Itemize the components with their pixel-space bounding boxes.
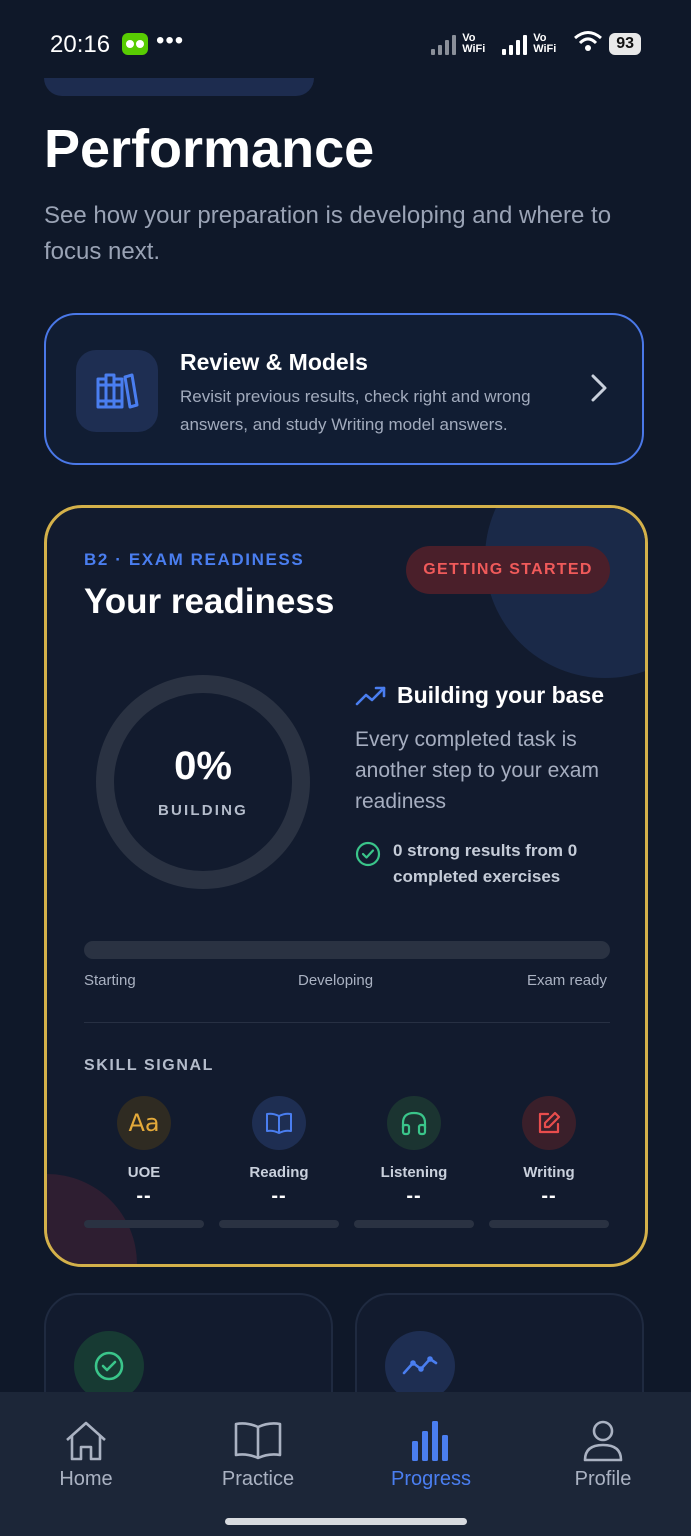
- skill-writing: Writing --: [489, 1096, 609, 1228]
- edit-icon: [522, 1096, 576, 1150]
- readiness-ring-label: BUILDING: [157, 802, 249, 819]
- home-icon: [0, 1418, 172, 1464]
- skill-value: --: [136, 1185, 152, 1207]
- duolingo-notification-icon: [122, 33, 148, 55]
- tab-profile[interactable]: Profile: [517, 1392, 689, 1502]
- skill-bar: [219, 1220, 339, 1228]
- status-time: 20:16: [50, 31, 111, 58]
- check-circle-icon: [355, 841, 381, 872]
- scale-label-end: Exam ready: [526, 972, 607, 989]
- person-icon: [517, 1418, 689, 1464]
- tab-label: Practice: [221, 1468, 295, 1490]
- home-indicator[interactable]: [225, 1518, 467, 1525]
- wifi-icon: [573, 30, 603, 57]
- chevron-right-icon: [590, 373, 608, 408]
- aa-text-icon: Aa: [117, 1096, 171, 1150]
- skill-name: Listening: [380, 1164, 448, 1181]
- skill-name: UOE: [127, 1164, 161, 1181]
- tab-label: Profile: [574, 1468, 632, 1490]
- status-bar: 20:16 ••• Vo WiFi Vo WiFi 93: [0, 0, 691, 80]
- vowifi-label: Vo WiFi: [533, 31, 557, 55]
- readiness-eyebrow: B2 · EXAM READINESS: [84, 550, 305, 569]
- tab-label: Home: [59, 1468, 113, 1490]
- review-models-card[interactable]: Review & Models Revisit previous results…: [44, 313, 644, 465]
- status-badge: GETTING STARTED: [406, 546, 610, 594]
- skill-value: --: [271, 1185, 287, 1207]
- skill-bar: [489, 1220, 609, 1228]
- skill-uoe: Aa UOE --: [84, 1096, 204, 1228]
- books-icon: [76, 350, 158, 432]
- cell-signal-icon: [502, 33, 528, 55]
- skill-listening: Listening --: [354, 1096, 474, 1228]
- check-circle-icon: [74, 1331, 144, 1401]
- bar-chart-icon: [345, 1418, 517, 1464]
- tab-progress[interactable]: Progress: [345, 1392, 517, 1502]
- readiness-percent: 0%: [174, 744, 232, 788]
- tab-label: Progress: [390, 1468, 472, 1490]
- readiness-title: Your readiness: [84, 582, 335, 621]
- status-description: Every completed task is another step to …: [355, 728, 599, 813]
- skill-signal-heading: SKILL SIGNAL: [84, 1057, 215, 1074]
- scale-label-start: Starting: [84, 972, 136, 989]
- open-book-icon: [252, 1096, 306, 1150]
- readiness-progress-track: [84, 941, 610, 959]
- divider: [84, 1022, 610, 1023]
- battery-indicator: 93: [609, 32, 641, 55]
- skill-name: Writing: [523, 1164, 575, 1181]
- review-card-title: Review & Models: [180, 349, 368, 375]
- page-title: Performance: [44, 119, 375, 179]
- skill-bar: [354, 1220, 474, 1228]
- more-notifications-icon: •••: [156, 27, 185, 54]
- skill-bar: [84, 1220, 204, 1228]
- trending-up-icon: [355, 684, 387, 713]
- review-card-description: Revisit previous results, check right an…: [180, 387, 531, 434]
- line-chart-icon: [385, 1331, 455, 1401]
- readiness-card: B2 · EXAM READINESS Your readiness GETTI…: [44, 505, 648, 1267]
- cell-signal-icon: [431, 33, 457, 55]
- skill-reading: Reading --: [219, 1096, 339, 1228]
- skill-value: --: [541, 1185, 557, 1207]
- skill-name: Reading: [249, 1164, 309, 1181]
- tab-practice[interactable]: Practice: [172, 1392, 344, 1502]
- book-icon: [172, 1418, 344, 1464]
- skill-value: --: [406, 1185, 422, 1207]
- page-subtitle: See how your preparation is developing a…: [44, 202, 612, 265]
- headphones-icon: [387, 1096, 441, 1150]
- scale-label-mid: Developing: [298, 972, 374, 989]
- vowifi-label: Vo WiFi: [462, 31, 486, 55]
- bottom-tab-bar: Home Practice Progress Profile: [0, 1392, 691, 1536]
- status-title: Building your base: [397, 682, 605, 708]
- status-icons: Vo WiFi Vo WiFi 93: [431, 30, 641, 57]
- results-summary: 0 strong results from 0 completed exerci…: [393, 841, 578, 886]
- scroll-top-tab: [44, 78, 314, 96]
- tab-home[interactable]: Home: [0, 1392, 172, 1502]
